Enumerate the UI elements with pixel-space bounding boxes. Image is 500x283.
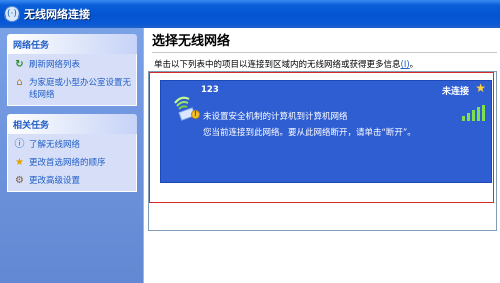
page-title: 选择无线网络: [152, 30, 497, 53]
window-title: 无线网络连接: [24, 8, 90, 21]
change-advanced-settings-link[interactable]: ⚙ 更改高级设置: [13, 175, 132, 187]
task-label: 刷新网络列表: [29, 60, 81, 70]
connection-status: 未连接: [441, 87, 469, 97]
advanced-settings-icon: ⚙: [15, 175, 24, 186]
preferred-star-icon: ★: [475, 81, 486, 95]
setup-network-icon: ⌂: [16, 77, 23, 88]
connection-hint: 您当前连接到此网络。要从此网络断开，请单击“断开”。: [203, 128, 416, 138]
task-label: 了解无线网络: [29, 140, 81, 150]
info-icon: ⓘ: [14, 139, 25, 150]
star-icon: ★: [15, 157, 24, 168]
unsecured-warning-icon: !: [191, 110, 200, 119]
task-label: 更改高级设置: [29, 176, 81, 186]
network-tasks-header[interactable]: 网络任务: [7, 34, 137, 54]
change-preferred-order-link[interactable]: ★ 更改首选网络的顺序: [13, 157, 132, 169]
title-bar: ((·)) 无线网络连接: [0, 0, 500, 28]
description-end: 。: [409, 60, 419, 70]
related-tasks-header[interactable]: 相关任务: [7, 114, 137, 134]
description-text: 单击以下列表中的项目以连接到区域内的无线网络或获得更多信息: [154, 60, 401, 70]
task-label: 更改首选网络的顺序: [29, 158, 106, 168]
page-description: 单击以下列表中的项目以连接到区域内的无线网络或获得更多信息(I)。: [154, 58, 418, 70]
security-type: 未设置安全机制的计算机到计算机网络: [203, 112, 348, 122]
learn-wireless-link[interactable]: ⓘ 了解无线网络: [13, 139, 132, 151]
refresh-icon: ↻: [15, 59, 24, 70]
wireless-network-icon[interactable]: ((·)): [4, 6, 20, 22]
network-tasks-panel: 网络任务 ↻ 刷新网络列表 ⌂ 为家庭或小型办公室设置无线网络: [7, 34, 137, 106]
task-pane: 网络任务 ↻ 刷新网络列表 ⌂ 为家庭或小型办公室设置无线网络 相关任务 ⓘ 了…: [0, 28, 143, 283]
network-list-item[interactable]: 123 未连接 ★ ! 未设置安全机制的计算机到计算机网络 您当前连接到此网络。…: [160, 80, 492, 183]
network-name: 123: [201, 85, 219, 95]
task-label: 为家庭或小型办公室设置无线网络: [29, 78, 132, 100]
setup-wireless-network-link[interactable]: ⌂ 为家庭或小型办公室设置无线网络: [13, 77, 132, 101]
related-tasks-panel: 相关任务 ⓘ 了解无线网络 ★ 更改首选网络的顺序 ⚙ 更改高级设置: [7, 114, 137, 192]
refresh-network-list-link[interactable]: ↻ 刷新网络列表: [13, 59, 132, 71]
signal-strength-icon: [462, 105, 485, 121]
help-link[interactable]: (I): [401, 60, 410, 70]
